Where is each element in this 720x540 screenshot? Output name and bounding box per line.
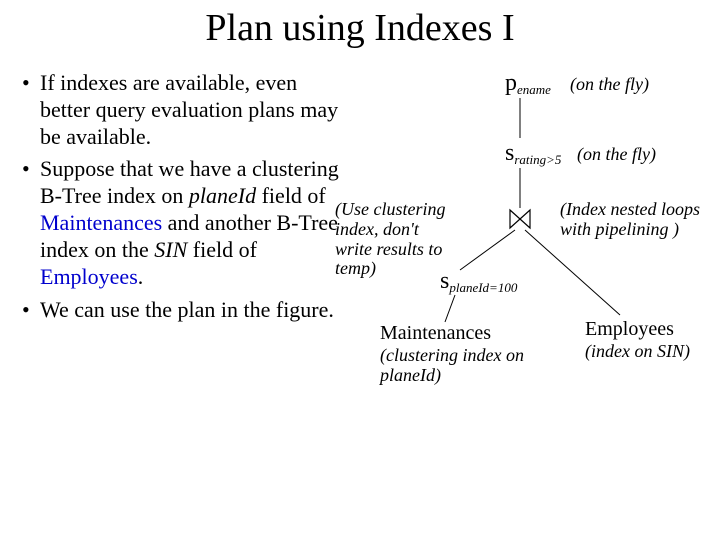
- bullet-3: We can use the plan in the figure.: [22, 297, 342, 324]
- bullet-2-employees: Employees: [40, 264, 138, 289]
- selection-rating-op: srating>5: [505, 140, 561, 168]
- bullet-2-sin: SIN: [154, 237, 187, 262]
- maintenances-annotation: (clustering index on planeId): [380, 346, 540, 386]
- plan-tree: pename (on the fly) srating>5 (on the fl…: [345, 60, 715, 460]
- sigma1-subscript: rating>5: [514, 152, 561, 167]
- employees-relation: Employees: [585, 318, 674, 341]
- projection-op: pename: [505, 70, 551, 98]
- pi-subscript: ename: [517, 82, 551, 97]
- bullet-2-end: .: [138, 264, 144, 289]
- join-left-annotation: (Use clustering index, don't write resul…: [335, 200, 450, 279]
- pi-symbol: p: [505, 70, 517, 96]
- bullet-3-text: We can use the plan in the figure.: [40, 297, 334, 322]
- bullet-1: If indexes are available, even better qu…: [22, 70, 342, 150]
- selection-rating-annotation: (on the fly): [577, 144, 656, 165]
- bullet-2: Suppose that we have a clustering B-Tree…: [22, 156, 342, 290]
- bullet-2-maintenances: Maintenances: [40, 210, 162, 235]
- sigma2-subscript: planeId=100: [449, 280, 517, 295]
- sigma2-symbol: s: [440, 268, 449, 294]
- bullet-2-mid1: field of: [256, 183, 326, 208]
- slide-title: Plan using Indexes I: [0, 6, 720, 50]
- projection-annotation: (on the fly): [570, 74, 649, 95]
- bullet-list: If indexes are available, even better qu…: [22, 70, 342, 329]
- join-right-annotation: (Index nested loops with pipelining ): [560, 200, 710, 240]
- bullet-1-text: If indexes are available, even better qu…: [40, 70, 338, 149]
- employees-annotation: (index on SIN): [585, 342, 695, 362]
- selection-planeid-op: splaneId=100: [440, 268, 517, 296]
- bullet-2-planeid: planeId: [189, 183, 256, 208]
- bullet-2-mid3: field of: [187, 237, 257, 262]
- maintenances-relation: Maintenances: [380, 322, 491, 345]
- sigma1-symbol: s: [505, 140, 514, 166]
- slide: Plan using Indexes I If indexes are avai…: [0, 0, 720, 540]
